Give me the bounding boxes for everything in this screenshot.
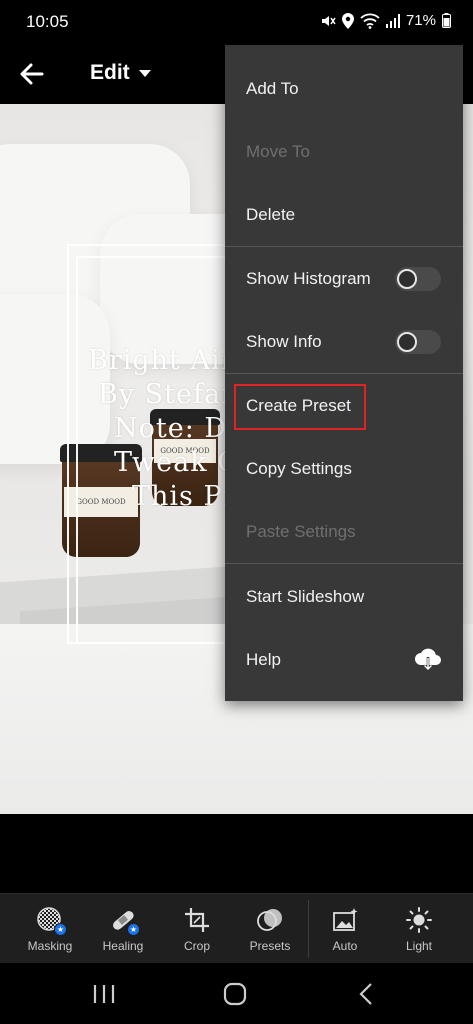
tool-auto[interactable]: Auto: [309, 894, 381, 964]
system-nav-bar: [0, 963, 473, 1024]
menu-item-add-to[interactable]: Add To: [225, 57, 463, 120]
tool-label: Crop: [183, 939, 210, 953]
tool-label: Presets: [249, 939, 291, 953]
menu-item-delete[interactable]: Delete: [225, 183, 463, 246]
back-button[interactable]: [16, 58, 48, 90]
menu-item-label: Start Slideshow: [246, 586, 365, 606]
recent-apps-icon: [93, 985, 115, 1003]
presets-icon: [256, 906, 284, 934]
menu-item-label: Copy Settings: [246, 458, 352, 478]
system-back-button[interactable]: [354, 981, 382, 1007]
create-preset-highlight: [234, 384, 366, 430]
battery-icon: [442, 13, 451, 28]
menu-item-label: Show Info: [246, 331, 322, 351]
menu-item-show-info[interactable]: Show Info: [225, 310, 463, 373]
show-info-toggle[interactable]: [395, 329, 441, 354]
auto-icon: [331, 906, 359, 934]
menu-item-show-histogram[interactable]: Show Histogram: [225, 247, 463, 310]
toggle-knob: [397, 268, 417, 289]
tool-masking[interactable]: ★ Masking: [14, 894, 86, 964]
menu-item-label: Show Histogram: [246, 268, 371, 288]
mute-icon: [321, 15, 336, 26]
premium-badge-icon: ★: [127, 923, 140, 936]
tool-light[interactable]: Light: [383, 894, 455, 964]
back-arrow-icon: [20, 63, 44, 85]
recent-apps-button[interactable]: [90, 981, 118, 1007]
dropdown-caret-icon: [138, 70, 151, 77]
menu-item-start-slideshow[interactable]: Start Slideshow: [225, 565, 463, 628]
menu-item-label: Help: [246, 649, 281, 669]
menu-item-label: Move To: [246, 141, 310, 161]
menu-item-copy-settings[interactable]: Copy Settings: [225, 437, 463, 500]
status-bar: 10:05 71%: [0, 0, 473, 44]
tool-label: Auto: [332, 939, 358, 953]
tool-crop[interactable]: Crop: [161, 894, 233, 964]
masking-icon: ★: [36, 906, 67, 936]
tool-healing[interactable]: ★ Healing: [87, 894, 159, 964]
show-histogram-toggle[interactable]: [395, 266, 441, 291]
home-button[interactable]: [222, 981, 250, 1007]
menu-item-label: Delete: [246, 204, 296, 224]
page-title: Edit: [90, 61, 130, 84]
crop-icon: [183, 906, 211, 934]
menu-item-move-to: Move To: [225, 120, 463, 183]
overflow-menu: Add To Move To Delete Show Histogram Sho…: [225, 45, 463, 701]
light-icon: [405, 906, 433, 934]
menu-item-label: Add To: [246, 78, 299, 98]
toggle-knob: [397, 331, 417, 352]
menu-item-paste-settings: Paste Settings: [225, 500, 463, 563]
signal-icon: [385, 13, 400, 28]
status-icons: 71%: [320, 12, 451, 29]
cloud-download-icon: [415, 648, 441, 672]
location-icon: [341, 12, 354, 29]
wifi-icon: [360, 13, 380, 29]
status-time: 10:05: [26, 12, 69, 31]
tool-label: Masking: [27, 939, 73, 953]
tool-label: Healing: [102, 939, 144, 953]
edit-toolbar: ★ Masking ★ Healing Crop Presets Auto Li…: [0, 893, 473, 963]
tool-label: Light: [405, 939, 433, 953]
menu-item-label: Paste Settings: [246, 521, 356, 541]
edit-mode-dropdown[interactable]: Edit: [90, 61, 152, 85]
healing-icon: ★: [109, 906, 140, 936]
premium-badge-icon: ★: [54, 923, 67, 936]
home-icon: [223, 982, 247, 1006]
battery-percent: 71%: [405, 12, 436, 29]
back-icon: [359, 983, 372, 1005]
tool-presets[interactable]: Presets: [234, 894, 306, 964]
menu-item-help[interactable]: Help: [225, 628, 463, 691]
menu-divider: [225, 563, 463, 564]
